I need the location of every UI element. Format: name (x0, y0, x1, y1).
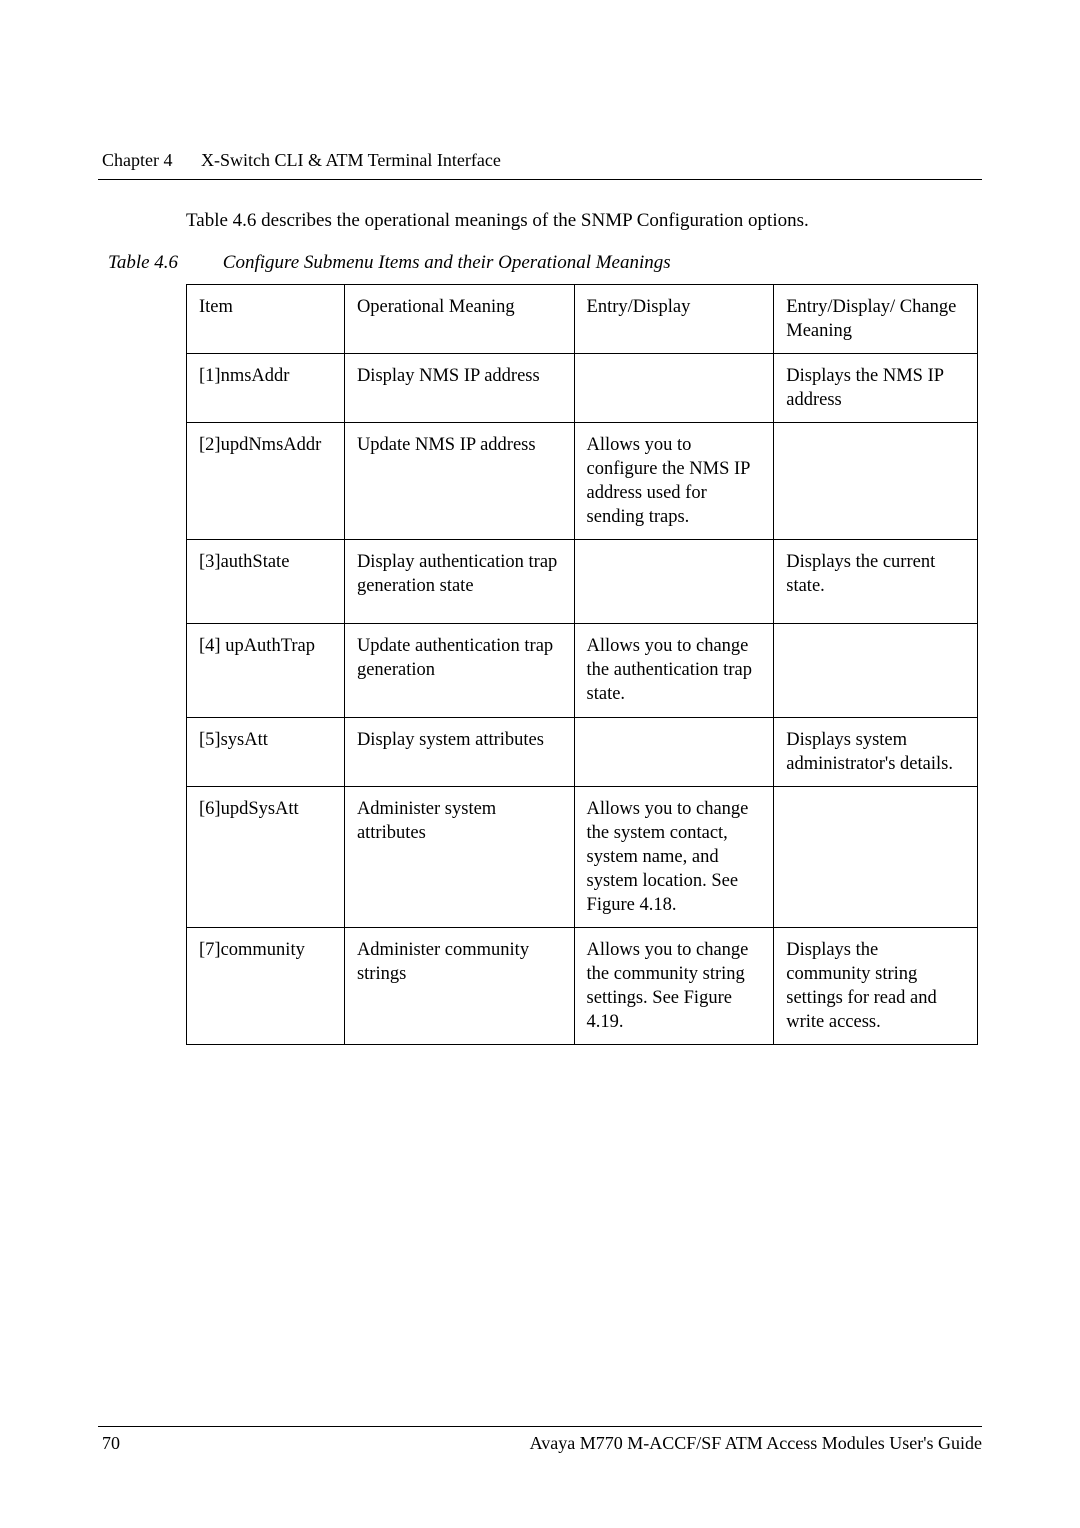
cell-item: [6]updSysAtt (187, 786, 345, 927)
cell-op: Update authentication trap generation (344, 624, 574, 717)
table-header-row: Item Operational Meaning Entry/Display E… (187, 285, 978, 354)
cell-change: Displays the community string settings f… (774, 927, 978, 1044)
table-caption-label: Table 4.6 (108, 252, 178, 274)
cell-item: [4] upAuthTrap (187, 624, 345, 717)
cell-change (774, 423, 978, 540)
table-row: [6]updSysAtt Administer system attribute… (187, 786, 978, 927)
cell-entry: Allows you to configure the NMS IP addre… (574, 423, 774, 540)
col-header-change: Entry/Display/ Change Meaning (774, 285, 978, 354)
cell-item: [2]updNmsAddr (187, 423, 345, 540)
cell-entry: Allows you to change the authentication … (574, 624, 774, 717)
cell-op: Display authentication trap generation s… (344, 540, 574, 624)
cell-entry (574, 540, 774, 624)
cell-change: Displays system administrator's details. (774, 717, 978, 786)
table-caption-title: Configure Submenu Items and their Operat… (223, 252, 671, 273)
intro-paragraph: Table 4.6 describes the operational mean… (186, 210, 982, 232)
chapter-label: Chapter 4 (102, 150, 172, 171)
cell-item: [3]authState (187, 540, 345, 624)
cell-op: Display system attributes (344, 717, 574, 786)
col-header-entry: Entry/Display (574, 285, 774, 354)
cell-op: Administer community strings (344, 927, 574, 1044)
chapter-title: X-Switch CLI & ATM Terminal Interface (201, 150, 501, 170)
cell-change (774, 786, 978, 927)
cell-item: [7]community (187, 927, 345, 1044)
cell-change (774, 624, 978, 717)
cell-op: Update NMS IP address (344, 423, 574, 540)
page-footer: 70 Avaya M770 M-ACCF/SF ATM Access Modul… (98, 1426, 982, 1454)
table-row: [1]nmsAddr Display NMS IP address Displa… (187, 354, 978, 423)
cell-entry: Allows you to change the system contact,… (574, 786, 774, 927)
cell-entry (574, 354, 774, 423)
table-row: [4] upAuthTrap Update authentication tra… (187, 624, 978, 717)
cell-change: Displays the current state. (774, 540, 978, 624)
cell-item: [5]sysAtt (187, 717, 345, 786)
table-row: [2]updNmsAddr Update NMS IP address Allo… (187, 423, 978, 540)
footer-rule (98, 1426, 982, 1427)
col-header-item: Item (187, 285, 345, 354)
cell-op: Display NMS IP address (344, 354, 574, 423)
cell-op: Administer system attributes (344, 786, 574, 927)
header-rule (98, 179, 982, 180)
footer-doc-title: Avaya M770 M-ACCF/SF ATM Access Modules … (530, 1433, 982, 1454)
config-table: Item Operational Meaning Entry/Display E… (186, 284, 978, 1045)
cell-change: Displays the NMS IP address (774, 354, 978, 423)
page-number: 70 (98, 1433, 120, 1454)
cell-entry: Allows you to change the community strin… (574, 927, 774, 1044)
cell-entry (574, 717, 774, 786)
cell-item: [1]nmsAddr (187, 354, 345, 423)
table-row: [3]authState Display authentication trap… (187, 540, 978, 624)
table-row: [5]sysAtt Display system attributes Disp… (187, 717, 978, 786)
col-header-op: Operational Meaning (344, 285, 574, 354)
table-caption: Table 4.6 Configure Submenu Items and th… (108, 252, 982, 274)
chapter-header: Chapter 4 X-Switch CLI & ATM Terminal In… (98, 150, 982, 171)
table-row: [7]community Administer community string… (187, 927, 978, 1044)
